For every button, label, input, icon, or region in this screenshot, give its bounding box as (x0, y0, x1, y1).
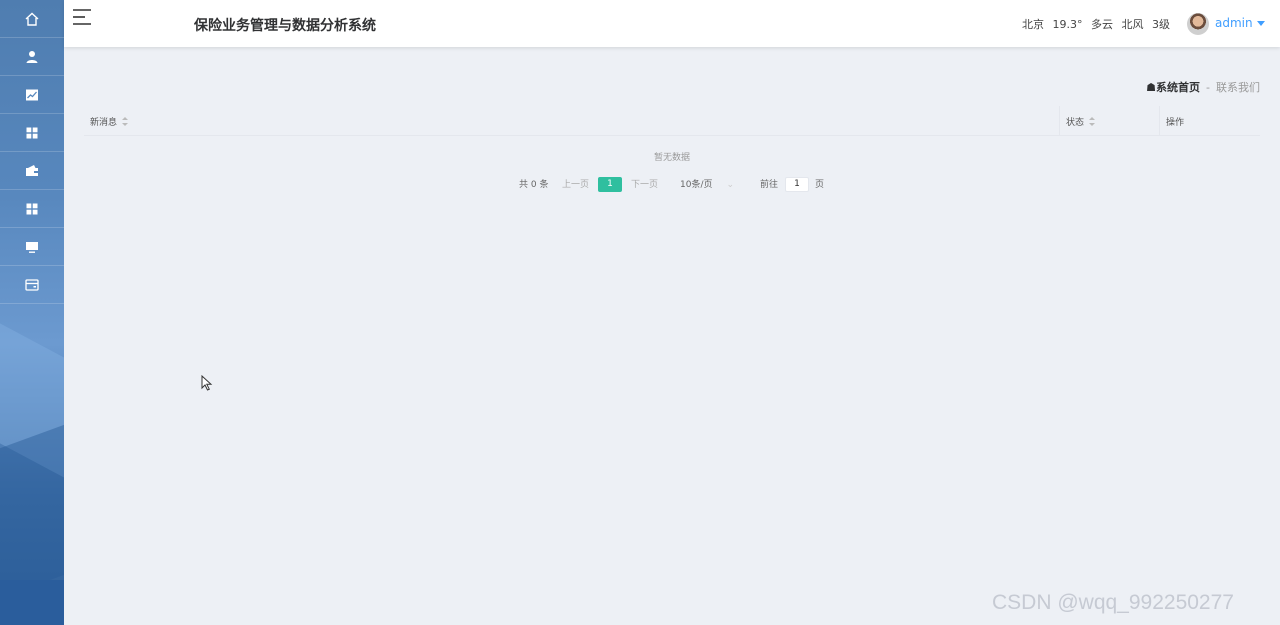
grid-icon (26, 203, 38, 214)
page-unit-label: 页 (815, 180, 825, 190)
grid-icon (26, 127, 38, 138)
card-icon (25, 278, 39, 291)
mouse-cursor-icon (201, 375, 213, 391)
user-icon (26, 50, 38, 63)
next-page-button[interactable]: 下一页 (631, 177, 658, 193)
page-number-current[interactable]: 1 (598, 177, 622, 192)
sidebar-item-home[interactable] (0, 0, 64, 38)
sidebar-item-card[interactable] (0, 266, 64, 304)
home-icon: ☗ (1146, 81, 1157, 94)
weather-wind: 北风 (1121, 18, 1144, 31)
breadcrumb-contact[interactable]: 联系我们 (1216, 81, 1260, 94)
goto-label: 前往 (760, 180, 779, 190)
weather-condition: 多云 (1091, 18, 1113, 31)
goto-page-input[interactable]: 1 (785, 177, 809, 192)
sort-icon[interactable] (122, 116, 129, 126)
sidebar-item-grid[interactable] (0, 114, 64, 152)
user-menu[interactable]: admin (1215, 16, 1265, 30)
weather-info: 北京 19.3° 多云 北风 3级 (1022, 16, 1175, 32)
column-header-status[interactable]: 状态 (1059, 106, 1159, 136)
chart-icon (26, 89, 38, 100)
wallet-icon (26, 164, 38, 176)
breadcrumb-separator: - (1206, 81, 1210, 94)
pagination-total: 共 0 条 (519, 180, 549, 190)
monitor-icon (26, 241, 38, 253)
sidebar-item-user[interactable] (0, 38, 64, 76)
column-header-operation: 操作 (1159, 106, 1260, 136)
sidebar-item-monitor[interactable] (0, 228, 64, 266)
weather-city: 北京 (1022, 18, 1044, 31)
top-header: 保险业务管理与数据分析系统 北京 19.3° 多云 北风 3级 admin (64, 0, 1280, 47)
weather-temp: 19.3° (1052, 18, 1083, 31)
username: admin (1215, 16, 1253, 30)
sidebar-item-chart[interactable] (0, 76, 64, 114)
sidebar-item-wallet[interactable] (0, 152, 64, 190)
home-icon (25, 12, 39, 26)
avatar[interactable] (1187, 13, 1209, 35)
system-title: 保险业务管理与数据分析系统 (194, 18, 376, 34)
sidebar-item-grid-2[interactable] (0, 190, 64, 228)
message-table: 新消息 状态 操作 暂无数据 (84, 106, 1260, 163)
sort-icon[interactable] (1089, 116, 1096, 126)
sidebar-background-bottom (0, 580, 64, 625)
watermark: CSDN @wqq_992250277 (992, 591, 1234, 614)
weather-level: 3级 (1152, 18, 1170, 31)
caret-down-icon (1256, 21, 1265, 26)
menu-toggle-icon[interactable] (72, 8, 92, 26)
breadcrumb-home[interactable]: ☗系统首页 (1146, 81, 1200, 94)
prev-page-button[interactable]: 上一页 (562, 177, 589, 193)
page-size-select[interactable]: 10条/页 ⌄ (680, 177, 734, 193)
chevron-down-icon: ⌄ (726, 180, 735, 190)
column-header-message[interactable]: 新消息 (84, 106, 1059, 136)
sidebar (0, 0, 64, 625)
breadcrumb: ☗系统首页 - 联系我们 (1146, 79, 1260, 95)
empty-text: 暂无数据 (653, 153, 690, 163)
table-header: 新消息 状态 操作 (84, 106, 1260, 136)
